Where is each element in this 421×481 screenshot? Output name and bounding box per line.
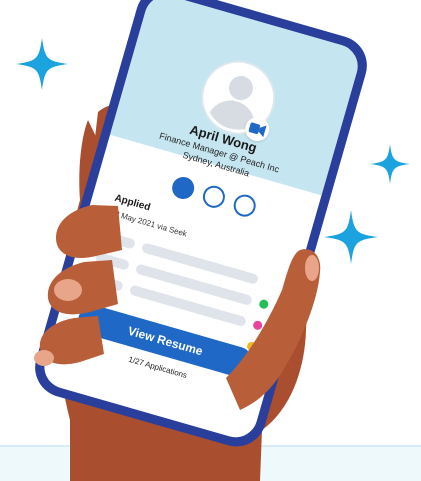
illustration: April Wong Finance Manager @ Peach Inc S… bbox=[0, 0, 421, 481]
hand-front bbox=[34, 205, 321, 410]
